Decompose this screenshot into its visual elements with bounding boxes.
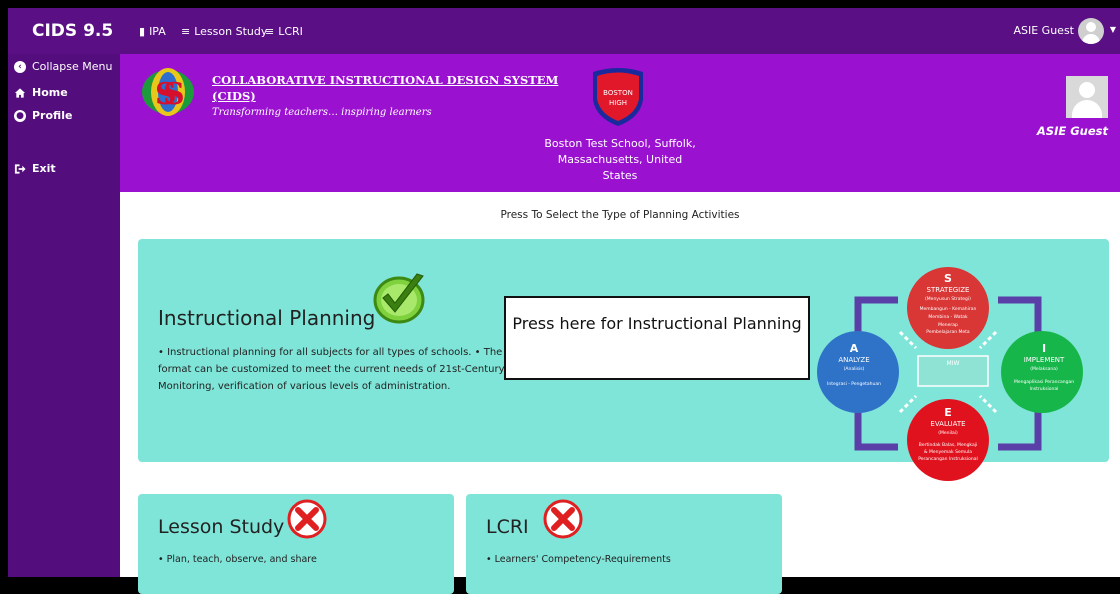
nav-link-ipa[interactable]: ▮ IPA: [139, 25, 166, 38]
cross-icon: [543, 499, 583, 539]
chevron-left-icon: ‹: [14, 60, 26, 73]
nav-link-label: Lesson Study: [194, 25, 268, 38]
center-title: MIW: [947, 360, 960, 367]
i-title: IMPLEMENT: [1024, 356, 1065, 364]
sidebar-item-label: Profile: [32, 109, 73, 122]
app-frame: CIDS 9.5 ▮ IPA ≡ Lesson Study ≡ LCRI ASI…: [0, 0, 1120, 594]
school-line: States: [602, 169, 638, 182]
svg-text:S: S: [163, 77, 185, 112]
card-title: LCRI: [486, 516, 529, 538]
e-title: EVALUATE: [930, 420, 965, 428]
sidebar-item-home[interactable]: Home: [14, 86, 68, 99]
s-sub: (Menyusun Strategi): [925, 296, 971, 302]
s-letter: S: [944, 272, 952, 285]
e-letter: E: [944, 406, 952, 419]
list-icon: ≡: [181, 25, 191, 38]
a-letter: A: [850, 342, 859, 355]
caret-down-icon[interactable]: ▼: [1110, 25, 1116, 34]
main-content: Press To Select the Type of Planning Act…: [120, 192, 1120, 594]
exit-icon: [14, 163, 26, 175]
app-brand[interactable]: CIDS 9.5: [32, 21, 113, 41]
i-body: Mengaplikasi Perancangan: [1014, 379, 1074, 385]
s-title: STRATEGIZE: [927, 286, 970, 294]
card-title: Lesson Study: [158, 516, 285, 538]
cross-icon: [287, 499, 327, 539]
i-body: Instruksional: [1030, 386, 1059, 392]
profile-picture: [1066, 76, 1108, 118]
system-title-text: COLLABORATIVE INSTRUCTIONAL DESIGN SYSTE…: [212, 73, 559, 87]
nav-link-lcri[interactable]: ≡ LCRI: [265, 25, 303, 38]
s-body: Membangun - Kemahiran: [920, 306, 977, 312]
nav-link-label: IPA: [149, 25, 166, 38]
a-title: ANALYZE: [838, 356, 869, 364]
system-abbr-text: (CIDS): [212, 89, 256, 103]
sidebar-item-label: Exit: [32, 162, 56, 175]
school-address: Boston Test School, Suffolk, Massachuset…: [530, 136, 710, 184]
card-description: • Learners' Competency-Requirements: [486, 554, 671, 565]
e-sub: (Menilai): [938, 430, 958, 436]
a-body: Integrasi - Pengetahuan: [827, 381, 881, 387]
card-title: Instructional Planning: [158, 306, 376, 330]
sidebar: ‹ Collapse Menu Home ● Profile Exit: [8, 54, 120, 577]
checkmark-icon: [373, 273, 425, 324]
user-icon: ●: [14, 109, 26, 122]
e-body: Bertindak Balas, Mengkaji: [919, 442, 977, 448]
header-banner: S S COLLABORATIVE INSTRUCTIONAL DESIGN S…: [120, 54, 1120, 192]
system-tagline: Transforming teachers… inspiring learner…: [212, 107, 432, 118]
selection-prompt: Press To Select the Type of Planning Act…: [500, 209, 740, 221]
sidebar-item-label: Collapse Menu: [32, 60, 113, 73]
sidebar-item-collapse-menu[interactable]: ‹ Collapse Menu: [14, 60, 112, 73]
card-description: • Plan, teach, observe, and share: [158, 554, 317, 565]
user-menu-name[interactable]: ASIE Guest: [1013, 24, 1074, 37]
lcri-card[interactable]: LCRI • Learners' Competency-Requirements: [466, 494, 782, 594]
nav-link-label: LCRI: [278, 25, 303, 38]
school-line: Massachusetts, United: [557, 153, 683, 166]
home-icon: [14, 87, 26, 99]
avatar[interactable]: [1078, 18, 1104, 44]
s-body: Menerap: [938, 322, 958, 328]
school-shield-icon: BOSTON HIGH: [593, 68, 643, 126]
i-sub: (Melaksana): [1030, 366, 1058, 372]
e-body: Perancangan Instruksional: [918, 456, 978, 462]
s-body: Pembelajaran Meta: [926, 329, 970, 335]
shield-text-1: BOSTON: [603, 89, 633, 97]
top-navbar: CIDS 9.5 ▮ IPA ≡ Lesson Study ≡ LCRI ASI…: [8, 8, 1120, 54]
shield-text-2: HIGH: [609, 99, 627, 107]
school-line: Boston Test School, Suffolk,: [544, 137, 696, 150]
a-sub: (Analisis): [844, 366, 865, 372]
sidebar-item-label: Home: [32, 86, 68, 99]
system-title: COLLABORATIVE INSTRUCTIONAL DESIGN SYSTE…: [212, 72, 558, 104]
desc-line: Monitoring, verification of various leve…: [158, 381, 451, 392]
profile-name: ASIE Guest: [1036, 124, 1108, 138]
instructional-planning-callout[interactable]: Press here for Instructional Planning: [504, 296, 810, 380]
file-icon: ▮: [139, 25, 146, 38]
sidebar-item-exit[interactable]: Exit: [14, 162, 56, 175]
nav-link-lesson-study[interactable]: ≡ Lesson Study: [181, 25, 267, 38]
list-icon: ≡: [265, 25, 275, 38]
lesson-study-card[interactable]: Lesson Study • Plan, teach, observe, and…: [138, 494, 454, 594]
cids-logo-icon: S S: [142, 68, 194, 116]
sidebar-item-profile[interactable]: ● Profile: [14, 109, 72, 122]
planning-cycle-diagram: MIW S STRATEGIZE (Menyusun Strategi) Mem…: [817, 267, 1083, 481]
e-body: & Menyemak Semula: [924, 449, 972, 455]
s-body: Membina - Watak: [928, 314, 968, 320]
instructional-planning-card[interactable]: Instructional Planning • Instructional p…: [138, 239, 1109, 481]
i-letter: I: [1042, 342, 1046, 355]
